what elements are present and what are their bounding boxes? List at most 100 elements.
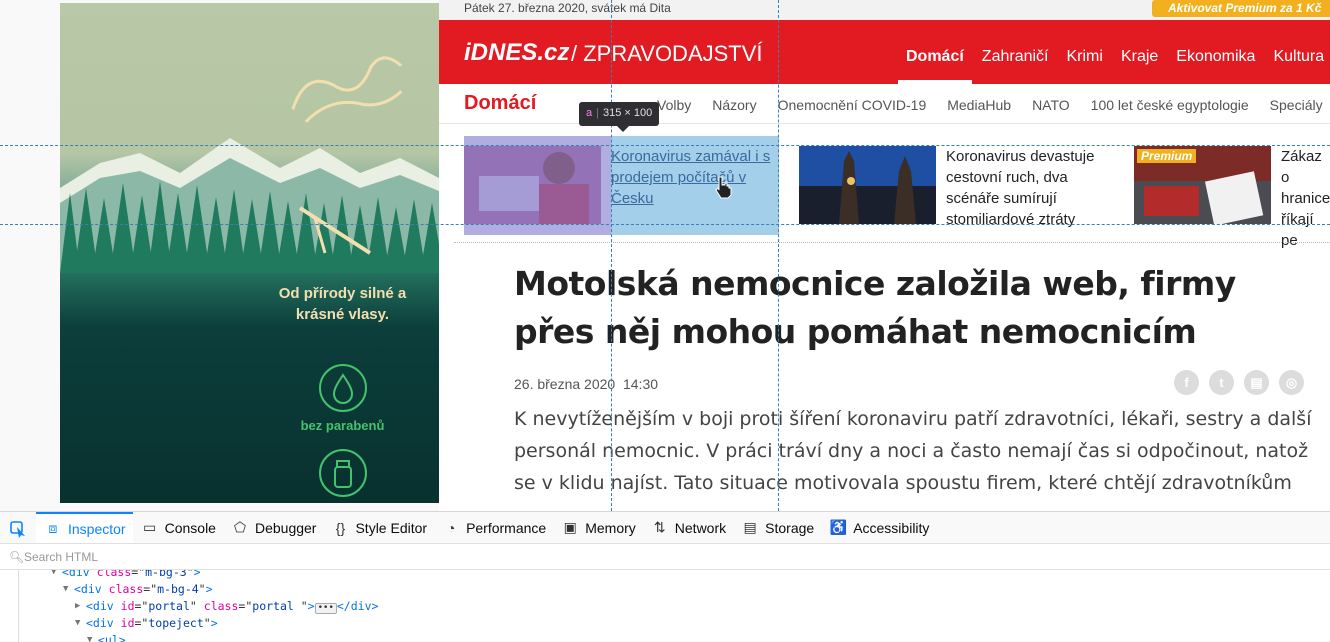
tab-network[interactable]: ⇅ Network bbox=[643, 512, 733, 543]
search-icon: 🔍︎ bbox=[9, 550, 25, 564]
expanded-twisty-icon[interactable]: ▼ bbox=[75, 618, 85, 628]
tab-label: Network bbox=[674, 519, 727, 536]
markup-tree: ▼ <div class="m-bg-3"> ▼ <div class="m-bg-4… bbox=[0, 570, 1330, 642]
tab-label: Console bbox=[164, 519, 216, 536]
tab-label: Accessibility bbox=[853, 519, 930, 536]
expanded-twisty-icon[interactable]: ▼ bbox=[63, 584, 73, 594]
brand-logo-icon bbox=[291, 56, 403, 123]
share-buttons: f t ▤ ◎ bbox=[1174, 370, 1314, 395]
devtools-panel: ⧈ Inspector ▭ Console ⬠ Debugger {} Style Edito… bbox=[0, 511, 1330, 642]
print-icon[interactable]: ▤ bbox=[1244, 370, 1269, 395]
article-date: 26. března 2020 bbox=[514, 376, 616, 392]
devtools-toolbar: ⧈ Inspector ▭ Console ⬠ Debugger {} Style Edito… bbox=[0, 512, 1330, 544]
nav-item-domaci[interactable]: Domácí bbox=[906, 48, 964, 66]
teaser-image[interactable] bbox=[799, 146, 936, 224]
teaser-title[interactable]: Koronavirus devastuje cestovní ruch, dva… bbox=[946, 146, 1116, 230]
ad-logo bbox=[269, 39, 421, 140]
guide-line bbox=[611, 0, 612, 511]
tab-inspector[interactable]: ⧈ Inspector bbox=[36, 512, 133, 543]
guide-line bbox=[0, 145, 1330, 146]
guide-line bbox=[778, 0, 779, 511]
tab-label: Storage bbox=[765, 519, 815, 536]
infobar-tag: a bbox=[586, 107, 593, 119]
bottle-icon bbox=[319, 449, 367, 497]
divider bbox=[454, 242, 1330, 243]
inspector-icon: ⧈ bbox=[48, 520, 58, 536]
teaser-title-hovered[interactable]: Koronavirus zamával i s prodejem počítač… bbox=[611, 146, 779, 209]
ad-slogan: Od přírody silné a krásné vlasy. bbox=[278, 285, 407, 323]
collapsed-twisty-icon[interactable]: ▶ bbox=[75, 601, 85, 611]
expanded-twisty-icon[interactable]: ▼ bbox=[51, 570, 61, 577]
nav-item-kraje[interactable]: Kraje bbox=[1121, 48, 1158, 66]
infobar-dimensions: 315 × 100 bbox=[602, 107, 653, 119]
tab-accessibility[interactable]: ♿ Accessibility bbox=[821, 512, 936, 543]
twitter-icon[interactable]: t bbox=[1209, 370, 1234, 395]
tab-debugger[interactable]: ⬠ Debugger bbox=[223, 512, 324, 543]
nav-item-kultura[interactable]: Kultura bbox=[1273, 48, 1324, 66]
top-bar: Pátek 27. března 2020, svátek má Dita Ak… bbox=[439, 0, 1330, 20]
subnav-links: Volby Názory Onemocnění COVID-19 MediaHu… bbox=[657, 97, 1330, 113]
tab-label: Debugger bbox=[254, 519, 317, 536]
performance-icon: ◔ bbox=[446, 519, 456, 536]
main-header: iDNES.cz / ZPRAVODAJSTVÍ Domácí Zahranič… bbox=[439, 20, 1330, 84]
memory-icon: ▣ bbox=[563, 519, 577, 535]
element-picker-button[interactable] bbox=[0, 512, 36, 543]
premium-button[interactable]: Aktivovat Premium za 1 Kč bbox=[1152, 0, 1330, 17]
markup-node[interactable]: ▼ <div class="m-bg-3"> bbox=[51, 570, 201, 582]
nav-item-krimi[interactable]: Krimi bbox=[1067, 48, 1103, 66]
subnav-item[interactable]: Speciály bbox=[1270, 97, 1323, 113]
style-editor-icon: {} bbox=[335, 519, 346, 536]
tab-performance[interactable]: ◔ Performance bbox=[434, 512, 553, 543]
article-dateline: 26. března 2020 14:30 bbox=[514, 376, 658, 392]
storage-icon: ▤ bbox=[743, 519, 757, 535]
collapsed-content-badge[interactable]: ••• bbox=[314, 603, 337, 614]
premium-badge: Premium bbox=[1137, 149, 1197, 163]
subnav-item[interactable]: NATO bbox=[1032, 97, 1070, 113]
teaser-image[interactable]: Premium bbox=[1134, 146, 1271, 224]
sub-nav: Domácí Volby Názory Onemocnění COVID-19 … bbox=[439, 84, 1330, 124]
network-icon: ⇅ bbox=[653, 519, 666, 535]
subnav-item[interactable]: Názory bbox=[712, 97, 756, 113]
devtools-tabs: ⧈ Inspector ▭ Console ⬠ Debugger {} Style Edito… bbox=[36, 512, 936, 543]
date-line: Pátek 27. března 2020, svátek má Dita bbox=[464, 1, 671, 15]
ad-badge-label: bez parabenů bbox=[300, 418, 385, 433]
page-viewport: Od přírody silné a krásné vlasy. bez par… bbox=[0, 0, 1330, 511]
tab-label: Memory bbox=[585, 519, 636, 536]
markup-node[interactable]: ▼ <div id="topeject"> bbox=[75, 616, 218, 633]
subnav-item[interactable]: 100 let české egyptologie bbox=[1091, 97, 1249, 113]
guide-line bbox=[0, 224, 1330, 225]
debugger-icon: ⬠ bbox=[233, 519, 247, 535]
tab-style-editor[interactable]: {} Style Editor bbox=[323, 512, 434, 543]
tab-storage[interactable]: ▤ Storage bbox=[733, 512, 821, 543]
nav-item-zahranici[interactable]: Zahraničí bbox=[982, 48, 1049, 66]
teaser-title[interactable]: Zákaz o hranice říkají pe bbox=[1281, 146, 1330, 251]
subnav-title[interactable]: Domácí bbox=[464, 92, 536, 115]
markup-node[interactable]: ▼ <div class="m-bg-4"> bbox=[63, 582, 213, 599]
hand-cursor-icon bbox=[715, 176, 732, 199]
tab-console[interactable]: ▭ Console bbox=[133, 512, 223, 543]
subnav-item[interactable]: Volby bbox=[657, 97, 691, 113]
tab-label: Inspector bbox=[68, 520, 126, 537]
drop-leaf-icon bbox=[319, 364, 367, 412]
html-search-bar: 🔍︎ bbox=[0, 545, 1330, 570]
search-html-input[interactable] bbox=[24, 548, 524, 566]
tab-memory[interactable]: ▣ Memory bbox=[553, 512, 643, 543]
facebook-icon[interactable]: f bbox=[1174, 370, 1199, 395]
accessibility-icon: ♿ bbox=[829, 519, 847, 535]
site-logo[interactable]: iDNES.cz bbox=[464, 39, 569, 67]
element-picker-icon bbox=[10, 521, 25, 538]
subnav-item[interactable]: Onemocnění COVID-19 bbox=[778, 97, 927, 113]
article-time: 14:30 bbox=[622, 376, 659, 392]
tab-label: Performance bbox=[466, 519, 547, 536]
markup-node[interactable]: ▶ <div id="portal" class="portal "> ••• </d… bbox=[75, 599, 378, 616]
section-title[interactable]: / ZPRAVODAJSTVÍ bbox=[571, 41, 763, 67]
subnav-item[interactable]: MediaHub bbox=[947, 97, 1011, 113]
comments-icon[interactable]: ◎ bbox=[1279, 370, 1304, 395]
article-headline: Motolská nemocnice založila web, firmy p… bbox=[514, 264, 1236, 351]
console-icon: ▭ bbox=[142, 519, 157, 535]
advertisement-banner[interactable]: Od přírody silné a krásné vlasy. bez par… bbox=[60, 3, 439, 503]
tree-saw-icon bbox=[298, 206, 372, 255]
nav-item-ekonomika[interactable]: Ekonomika bbox=[1176, 48, 1255, 66]
tab-label: Style Editor bbox=[355, 519, 428, 536]
highlighter-infobar: a | 315 × 100 bbox=[579, 102, 660, 132]
